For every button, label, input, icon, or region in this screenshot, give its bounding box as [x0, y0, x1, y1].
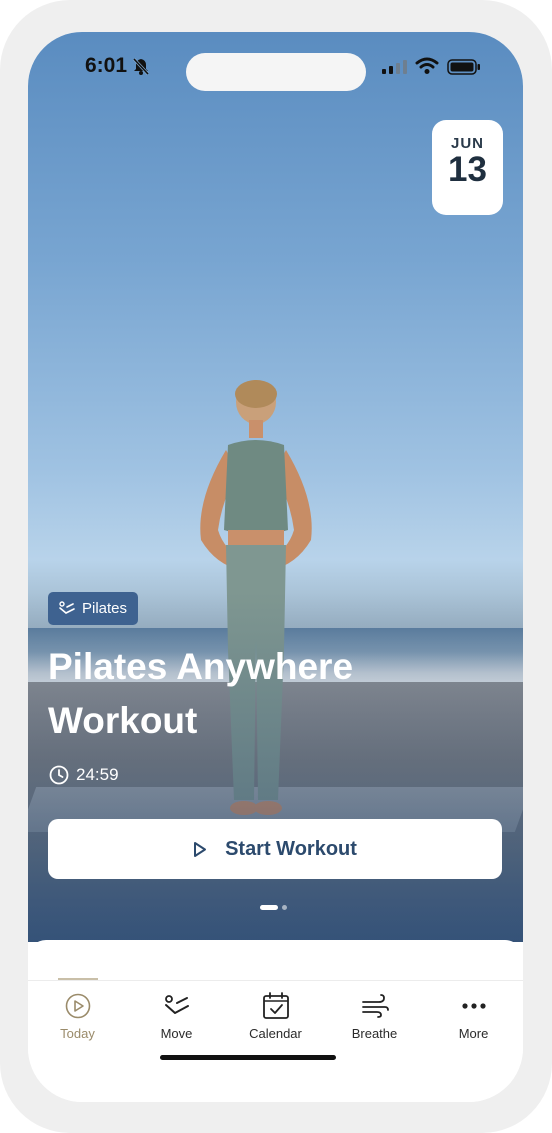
- tab-move[interactable]: Move: [127, 991, 226, 1061]
- tab-label: More: [458, 1026, 489, 1041]
- duration-text: 24:59: [76, 765, 119, 784]
- category-tag: Pilates: [48, 592, 139, 625]
- category-label: Pilates: [82, 600, 128, 617]
- app-screen: 6:01 JUN 13 Pilates Pilates Anywhere Wor…: [28, 32, 523, 1102]
- clock-icon: [49, 765, 69, 785]
- wifi-icon: [415, 57, 439, 74]
- tab-more[interactable]: More: [424, 991, 523, 1061]
- calendar-icon: [262, 992, 289, 1019]
- hero-pager[interactable]: [260, 905, 291, 910]
- tab-calendar[interactable]: Calendar: [226, 991, 325, 1061]
- home-indicator: [160, 1055, 336, 1060]
- status-time: 6:01: [85, 54, 128, 77]
- active-tab-indicator: [58, 978, 98, 980]
- tab-label: Today: [60, 1026, 95, 1041]
- tab-label: Breathe: [351, 1026, 398, 1041]
- play-icon: [194, 841, 207, 857]
- play-circle-icon: [65, 993, 90, 1019]
- tab-today[interactable]: Today: [28, 991, 127, 1061]
- battery-icon: [447, 59, 480, 75]
- start-workout-label: Start Workout: [225, 837, 357, 860]
- more-icon: [461, 1003, 486, 1009]
- tab-label: Calendar: [249, 1026, 302, 1041]
- pager-dot-active[interactable]: [260, 905, 278, 910]
- tab-label: Move: [160, 1026, 193, 1041]
- tab-bar: Today Move Calendar Breathe More: [28, 991, 523, 1061]
- pilates-icon: [164, 995, 189, 1014]
- start-workout-button[interactable]: Start Workout: [48, 819, 502, 879]
- pager-dot[interactable]: [282, 905, 287, 910]
- workout-title: Pilates Anywhere Workout: [48, 646, 354, 741]
- date-badge: JUN 13: [432, 120, 503, 215]
- workout-duration: 24:59: [49, 765, 119, 785]
- dynamic-island: [186, 53, 366, 91]
- pilates-icon: [59, 600, 75, 614]
- bottom-sheet: Today Move Calendar Breathe More: [28, 940, 523, 1102]
- wind-icon: [361, 994, 389, 1018]
- bell-off-icon: [132, 57, 150, 75]
- tabbar-divider: [28, 980, 523, 981]
- cellular-signal-icon: [382, 60, 407, 74]
- tab-breathe[interactable]: Breathe: [325, 991, 424, 1061]
- date-day: 13: [448, 150, 487, 189]
